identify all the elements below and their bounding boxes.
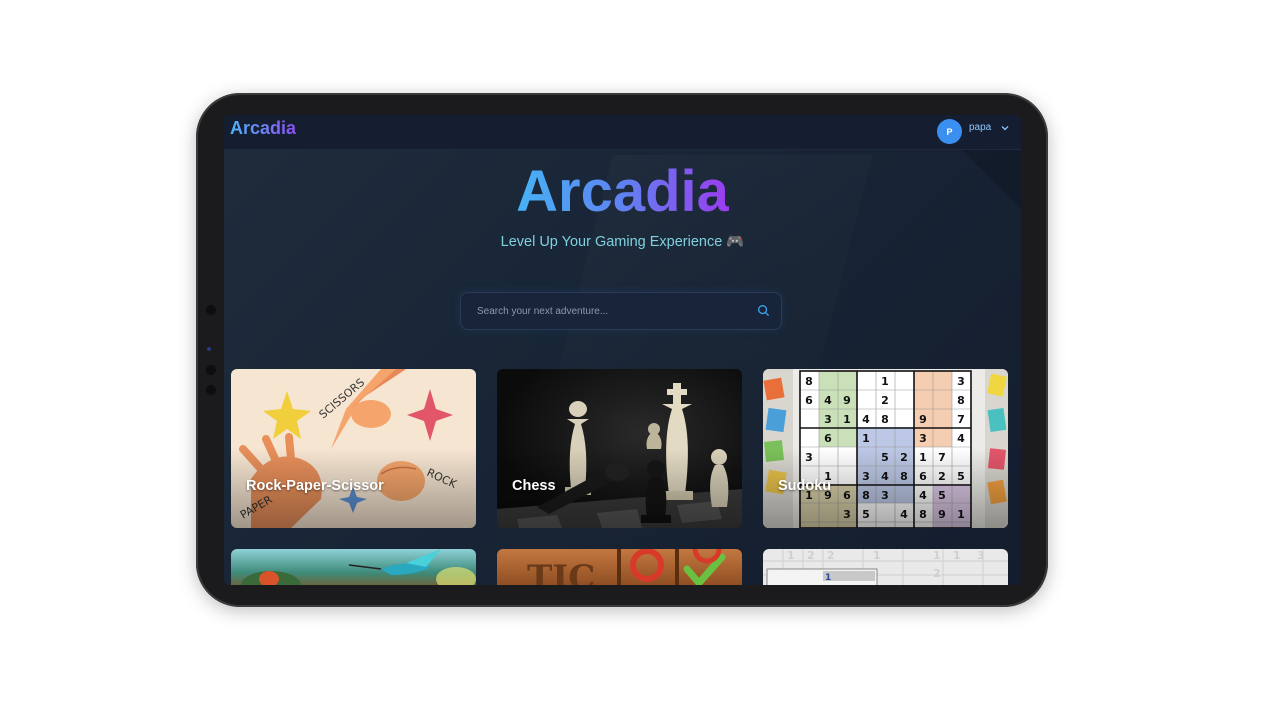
user-menu[interactable]: P papa xyxy=(937,119,1017,145)
svg-text:2: 2 xyxy=(881,394,889,407)
svg-text:3: 3 xyxy=(977,549,985,562)
svg-text:4: 4 xyxy=(824,394,832,407)
svg-text:1: 1 xyxy=(843,413,851,426)
svg-text:4: 4 xyxy=(957,432,965,445)
game-card-tic-tac-toe[interactable]: TIC xyxy=(497,549,742,585)
svg-text:6: 6 xyxy=(805,394,813,407)
top-navbar: Arcadia P papa xyxy=(224,115,1021,150)
brand-logo[interactable]: Arcadia xyxy=(230,118,296,139)
minesweeper-illustration: 122 1113 2 1 xyxy=(763,549,1008,585)
svg-text:9: 9 xyxy=(843,394,851,407)
game-card-title: Rock-Paper-Scissor xyxy=(246,478,384,494)
search-icon[interactable] xyxy=(757,304,770,317)
hummingbird-illustration xyxy=(241,549,476,585)
svg-text:TIC: TIC xyxy=(527,558,595,585)
svg-text:1: 1 xyxy=(881,375,889,388)
svg-text:6: 6 xyxy=(824,432,832,445)
svg-text:1: 1 xyxy=(873,549,881,562)
game-card-minesweeper[interactable]: 122 1113 2 1 xyxy=(763,549,1008,585)
svg-text:8: 8 xyxy=(881,413,889,426)
svg-text:8: 8 xyxy=(805,375,813,388)
svg-text:4: 4 xyxy=(862,413,870,426)
svg-text:3: 3 xyxy=(957,375,965,388)
game-card-hummingbird[interactable] xyxy=(231,549,476,585)
svg-text:3: 3 xyxy=(919,432,927,445)
svg-text:1: 1 xyxy=(825,573,831,583)
hero-tagline: Level Up Your Gaming Experience 🎮 xyxy=(500,234,745,250)
svg-text:2: 2 xyxy=(933,567,941,580)
svg-text:1: 1 xyxy=(953,549,961,562)
game-card-chess[interactable]: Chess xyxy=(497,369,742,528)
device-button xyxy=(206,305,216,315)
game-card-title: Chess xyxy=(512,478,556,494)
app-screen: Arcadia P papa Arcadia Level Up Your Gam… xyxy=(224,115,1021,585)
svg-text:1: 1 xyxy=(787,549,795,562)
svg-text:8: 8 xyxy=(957,394,965,407)
svg-text:3: 3 xyxy=(824,413,832,426)
search-bar[interactable] xyxy=(460,292,782,330)
search-input[interactable] xyxy=(475,301,749,321)
game-card-title: Sudoku xyxy=(778,478,832,494)
svg-text:7: 7 xyxy=(957,413,965,426)
svg-text:1: 1 xyxy=(933,549,941,562)
hero-title: Arcadia xyxy=(516,159,729,224)
svg-text:1: 1 xyxy=(862,432,870,445)
tic-tac-toe-illustration: TIC xyxy=(527,549,726,585)
device-button xyxy=(206,385,216,395)
avatar[interactable]: P xyxy=(937,119,962,144)
svg-text:2: 2 xyxy=(807,549,815,562)
game-card-sudoku[interactable]: 813 64928 314897 6134 35217 1348625 1968… xyxy=(763,369,1008,528)
chevron-down-icon[interactable] xyxy=(1000,123,1010,133)
game-card-rock-paper-scissor[interactable]: SCISSORS ROCK PAPER Rock-Paper-Scissor xyxy=(231,369,476,528)
device-sensor xyxy=(207,347,211,351)
username[interactable]: papa xyxy=(969,122,991,133)
svg-text:9: 9 xyxy=(919,413,927,426)
device-button xyxy=(206,365,216,375)
svg-text:2: 2 xyxy=(827,549,835,562)
